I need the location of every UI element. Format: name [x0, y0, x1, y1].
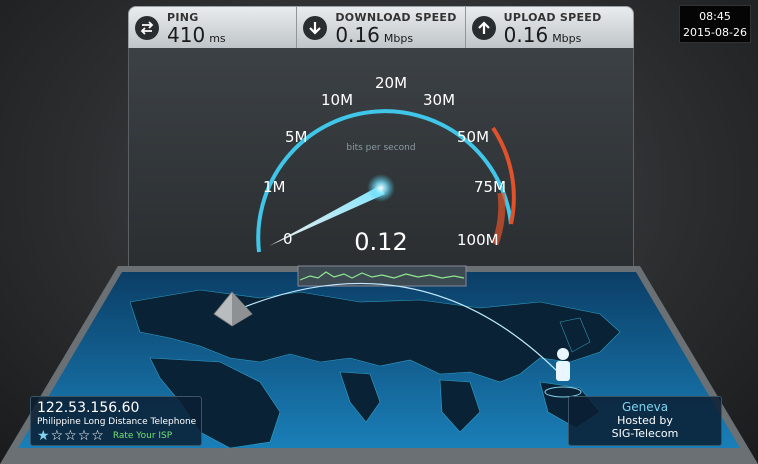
rating-star-icon[interactable]: ☆: [78, 429, 91, 443]
gauge-hub: [367, 174, 395, 202]
clock-date: 2015-08-26: [683, 26, 747, 39]
speed-gauge: bits per second 0 1M 5M 10M 20M 30M 50M …: [256, 74, 516, 256]
rating-star-icon[interactable]: ☆: [64, 429, 77, 443]
download-stat: DOWNLOAD SPEED 0.16 Mbps: [297, 7, 466, 49]
ping-value: 410 ms: [167, 22, 226, 47]
tick-label-20m: 20M: [375, 74, 407, 92]
rating-star-icon[interactable]: ☆: [51, 429, 64, 443]
hosted-by-label: Hosted by: [617, 414, 673, 427]
upload-stat: UPLOAD SPEED 0.16 Mbps: [466, 7, 633, 49]
upload-value: 0.16 Mbps: [503, 22, 582, 47]
upload-arrow-icon: [471, 16, 496, 40]
tick-label-1m: 1M: [263, 178, 286, 196]
client-info-box: 122.53.156.60 Philippine Long Distance T…: [30, 396, 202, 446]
tick-label-100m: 100M: [457, 231, 499, 249]
tick-label-30m: 30M: [423, 91, 455, 109]
system-clock: 08:45 2015-08-26: [679, 5, 751, 43]
tick-label-5m: 5M: [285, 128, 308, 146]
isp-rating-row: ★ ☆ ☆ ☆ ☆ Rate Your ISP: [37, 429, 195, 443]
host-sponsor: SIG-Telecom: [611, 427, 679, 440]
client-isp: Philippine Long Distance Telephone: [37, 417, 197, 427]
gauge-caption: bits per second: [346, 143, 415, 153]
isp-rating-stars[interactable]: ★ ☆ ☆ ☆ ☆: [37, 429, 105, 443]
client-ip: 122.53.156.60: [37, 400, 140, 416]
host-city: Geneva: [621, 400, 669, 414]
download-arrow-icon: [303, 16, 328, 40]
rating-star-icon[interactable]: ☆: [91, 429, 104, 443]
ping-arrows-icon: [135, 16, 159, 40]
ping-stat: PING 410 ms: [129, 7, 298, 49]
rate-isp-link[interactable]: Rate Your ISP: [113, 431, 172, 441]
tick-label-10m: 10M: [321, 91, 353, 109]
gauge-reading: 0.12: [354, 228, 407, 256]
tick-label-75m: 75M: [474, 178, 506, 196]
rating-star-icon[interactable]: ★: [37, 429, 50, 443]
host-info-box: Geneva Hosted by SIG-Telecom: [568, 396, 722, 446]
tick-label-50m: 50M: [457, 128, 489, 146]
speed-gauge-panel: bits per second 0 1M 5M 10M 20M 30M 50M …: [128, 48, 634, 268]
ping-label: PING: [167, 10, 199, 24]
clock-time: 08:45: [699, 10, 731, 23]
speed-graph-strip: [297, 265, 467, 287]
download-label: DOWNLOAD SPEED: [335, 10, 457, 24]
stats-bar: PING 410 ms DOWNLOAD SPEED 0.16 Mbps UPLOA…: [128, 6, 634, 50]
upload-label: UPLOAD SPEED: [503, 10, 602, 24]
download-value: 0.16 Mbps: [335, 22, 414, 47]
